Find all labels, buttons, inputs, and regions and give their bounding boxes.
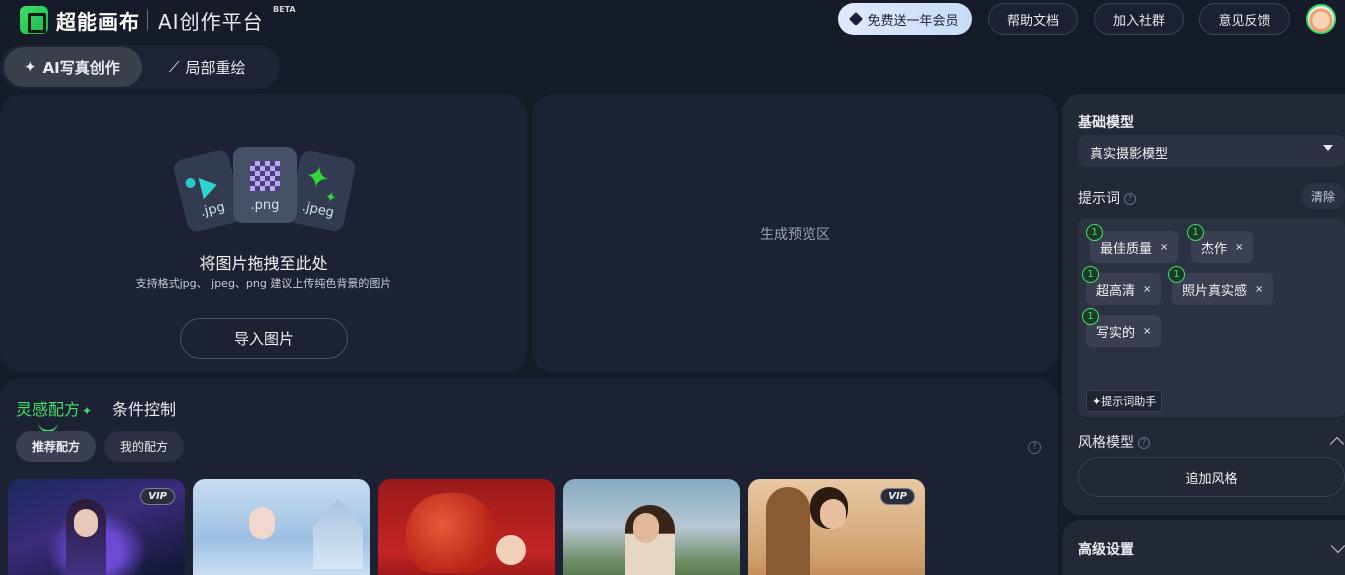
free-vip-button[interactable]: 免费送一年会员 xyxy=(838,3,972,35)
prompt-tag[interactable]: 1 最佳质量 × xyxy=(1086,224,1179,263)
prompt-tag[interactable]: 1 杰作 × xyxy=(1187,224,1254,263)
logo-text: 超能画布 xyxy=(56,10,140,34)
sparkle-icon: ✦ xyxy=(1092,394,1102,408)
help-docs-label: 帮助文档 xyxy=(1006,13,1059,29)
tab-condition-label: 条件控制 xyxy=(112,400,177,419)
tab-condition-control[interactable]: 条件控制 xyxy=(112,396,176,420)
tag-weight[interactable]: 1 xyxy=(1086,224,1103,241)
close-icon[interactable]: × xyxy=(1160,242,1168,253)
tag-weight[interactable]: 1 xyxy=(1082,266,1099,283)
tab-inspiration-recipes[interactable]: 灵感配方 ✦ xyxy=(16,396,93,432)
vip-badge: VIP xyxy=(140,488,175,505)
feedback-label: 意见反馈 xyxy=(1218,13,1271,29)
recipe-thumbnail[interactable]: VIP xyxy=(748,479,925,575)
close-icon[interactable]: × xyxy=(1235,242,1243,253)
prompt-assistant-button[interactable]: ✦ 提示词助手 xyxy=(1086,390,1163,412)
jpeg-file-icon: ✦ ✦ .jpeg xyxy=(286,148,358,234)
join-community-button[interactable]: 加入社群 xyxy=(1094,3,1184,35)
close-icon[interactable]: × xyxy=(1255,284,1263,295)
dropdown-arrow-icon xyxy=(1323,145,1333,151)
app-header: 超能画布 AI创作平台 BETA 免费送一年会员 帮助文档 加入社群 意见反馈 xyxy=(0,0,1345,40)
heart-gem-icon xyxy=(849,11,864,27)
advanced-settings-label: 高级设置 xyxy=(1078,542,1134,558)
prompt-tag-area[interactable]: 1 最佳质量 × 1 杰作 × 1 超高清 × 1 照片真实感 × 1 写实的 … xyxy=(1078,218,1345,417)
tag-text: 杰作 xyxy=(1201,241,1228,257)
recipe-thumbnail[interactable] xyxy=(193,479,370,575)
import-image-label: 导入图片 xyxy=(233,330,294,348)
recommended-label: 推荐配方 xyxy=(31,440,80,454)
settings-sidebar: 基础模型 真实摄影模型 提示词? 清除 1 最佳质量 × 1 杰作 × 1 超高… xyxy=(1062,94,1345,515)
tab-inspiration-label: 灵感配方 xyxy=(16,400,81,419)
tab-inpaint-label: 局部重绘 xyxy=(185,58,246,77)
recipes-panel: 灵感配方 ✦ 条件控制 推荐配方 我的配方 ? VIP VIP xyxy=(0,378,1058,575)
upload-dropzone[interactable]: .jpg .png ✦ ✦ .jpeg 将图片拖拽至此处 支持格式jpg、 jpe… xyxy=(0,94,527,373)
sparkle-icon: ✦ xyxy=(82,404,93,418)
beta-badge: BETA xyxy=(273,5,296,14)
preview-area: 生成预览区 xyxy=(532,94,1058,373)
tab-ai-portrait-label: AI写真创作 xyxy=(42,58,120,77)
magic-wand-icon: ⟋ xyxy=(169,58,180,76)
my-recipes-label: 我的配方 xyxy=(119,440,168,454)
tag-text: 超高清 xyxy=(1096,283,1136,299)
prompt-tag[interactable]: 1 照片真实感 × xyxy=(1168,266,1274,305)
help-icon[interactable]: ? xyxy=(1124,193,1136,205)
chevron-down-icon[interactable] xyxy=(1330,538,1345,554)
png-label: .png xyxy=(250,198,280,213)
user-avatar[interactable] xyxy=(1306,4,1336,34)
tag-weight[interactable]: 1 xyxy=(1082,308,1099,325)
base-model-select[interactable]: 真实摄影模型 xyxy=(1078,135,1345,167)
style-model-label-row: 风格模型? xyxy=(1078,432,1150,452)
help-icon[interactable]: ? xyxy=(1028,441,1041,454)
recipe-thumbnail[interactable]: VIP xyxy=(8,479,185,575)
tag-weight[interactable]: 1 xyxy=(1187,224,1204,241)
logo-icon xyxy=(20,6,48,34)
tab-inpaint[interactable]: ⟋ 局部重绘 xyxy=(165,47,275,87)
logo-divider xyxy=(147,10,148,30)
clear-label: 清除 xyxy=(1310,189,1335,204)
upload-title: 将图片拖拽至此处 xyxy=(199,254,328,273)
base-model-value: 真实摄影模型 xyxy=(1090,147,1169,162)
join-community-label: 加入社群 xyxy=(1112,13,1165,29)
feedback-button[interactable]: 意见反馈 xyxy=(1199,3,1290,35)
tag-text: 写实的 xyxy=(1096,325,1136,341)
jpeg-label: .jpeg xyxy=(300,199,336,221)
preview-placeholder: 生成预览区 xyxy=(760,226,830,243)
vip-badge: VIP xyxy=(880,488,915,505)
prompt-assistant-label: 提示词助手 xyxy=(1101,395,1157,408)
free-vip-label: 免费送一年会员 xyxy=(867,13,959,29)
advanced-settings-section[interactable]: 高级设置 xyxy=(1062,520,1345,575)
help-docs-button[interactable]: 帮助文档 xyxy=(988,3,1078,35)
prompt-label: 提示词 xyxy=(1078,191,1120,207)
close-icon[interactable]: × xyxy=(1143,284,1151,295)
style-model-label: 风格模型 xyxy=(1078,435,1134,451)
prompt-tag[interactable]: 1 写实的 × xyxy=(1082,308,1162,347)
mode-tabs: ✦ AI写真创作 ⟋ 局部重绘 xyxy=(0,45,280,89)
recipe-thumbnail[interactable] xyxy=(378,479,555,575)
chevron-up-icon[interactable] xyxy=(1329,436,1345,452)
upload-hint: 支持格式jpg、 jpeg、png 建议上传纯色背景的图片 xyxy=(135,277,392,290)
close-icon[interactable]: × xyxy=(1143,326,1151,337)
tag-weight[interactable]: 1 xyxy=(1168,266,1185,283)
tag-text: 最佳质量 xyxy=(1100,241,1153,257)
tab-ai-portrait[interactable]: ✦ AI写真创作 xyxy=(4,47,142,87)
prompt-tag[interactable]: 1 超高清 × xyxy=(1082,266,1162,305)
base-model-label: 基础模型 xyxy=(1078,115,1134,131)
help-icon[interactable]: ? xyxy=(1138,437,1150,449)
tag-text: 照片真实感 xyxy=(1182,283,1248,299)
clear-prompt-button[interactable]: 清除 xyxy=(1301,183,1345,209)
recipe-thumbnail[interactable] xyxy=(563,479,740,575)
recommended-recipes-pill[interactable]: 推荐配方 xyxy=(16,431,96,462)
prompt-label-row: 提示词? xyxy=(1078,188,1136,208)
ai-portrait-icon: ✦ xyxy=(24,58,37,76)
add-style-label: 追加风格 xyxy=(1185,471,1238,487)
import-image-button[interactable]: 导入图片 xyxy=(180,318,348,359)
png-file-icon: .png xyxy=(233,147,297,223)
my-recipes-pill[interactable]: 我的配方 xyxy=(104,431,184,462)
add-style-button[interactable]: 追加风格 xyxy=(1078,457,1345,497)
logo-subtitle: AI创作平台 xyxy=(158,10,264,34)
